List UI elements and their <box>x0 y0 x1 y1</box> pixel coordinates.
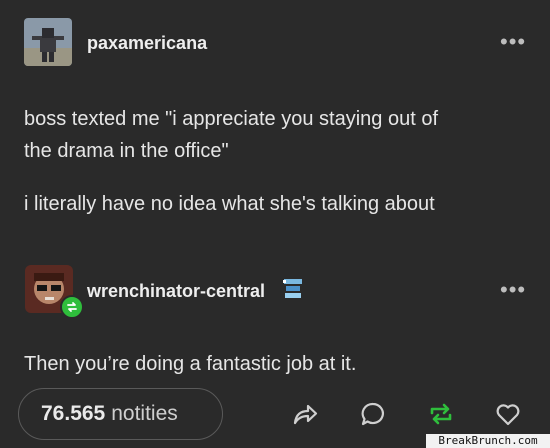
like-icon[interactable] <box>493 399 523 429</box>
post-text-line-2: the drama in the office" <box>24 140 229 162</box>
notes-button[interactable]: 76.565 notities <box>18 388 223 440</box>
share-icon[interactable] <box>290 399 320 429</box>
reblog-badge-icon <box>60 295 84 319</box>
reblog-icon[interactable] <box>426 399 456 429</box>
notes-label: notities <box>111 402 178 425</box>
paxamericana-avatar[interactable] <box>24 18 72 66</box>
reblog-author[interactable]: wrenchinator-central <box>87 281 265 302</box>
post-author[interactable]: paxamericana <box>87 33 207 54</box>
reply-icon[interactable] <box>358 399 388 429</box>
reblog-text: Then you’re doing a fantastic job at it. <box>24 353 357 375</box>
post-more-options-icon[interactable]: ••• <box>500 31 526 53</box>
post-text-line-3: i literally have no idea what she's talk… <box>24 193 435 215</box>
post-text-line-1: boss texted me "i appreciate you staying… <box>24 108 439 130</box>
blog-badge-icon <box>282 277 304 303</box>
watermark: BreakBrunch.com <box>426 434 550 448</box>
notes-count: 76.565 <box>41 402 106 425</box>
reblog-more-options-icon[interactable]: ••• <box>500 279 526 301</box>
